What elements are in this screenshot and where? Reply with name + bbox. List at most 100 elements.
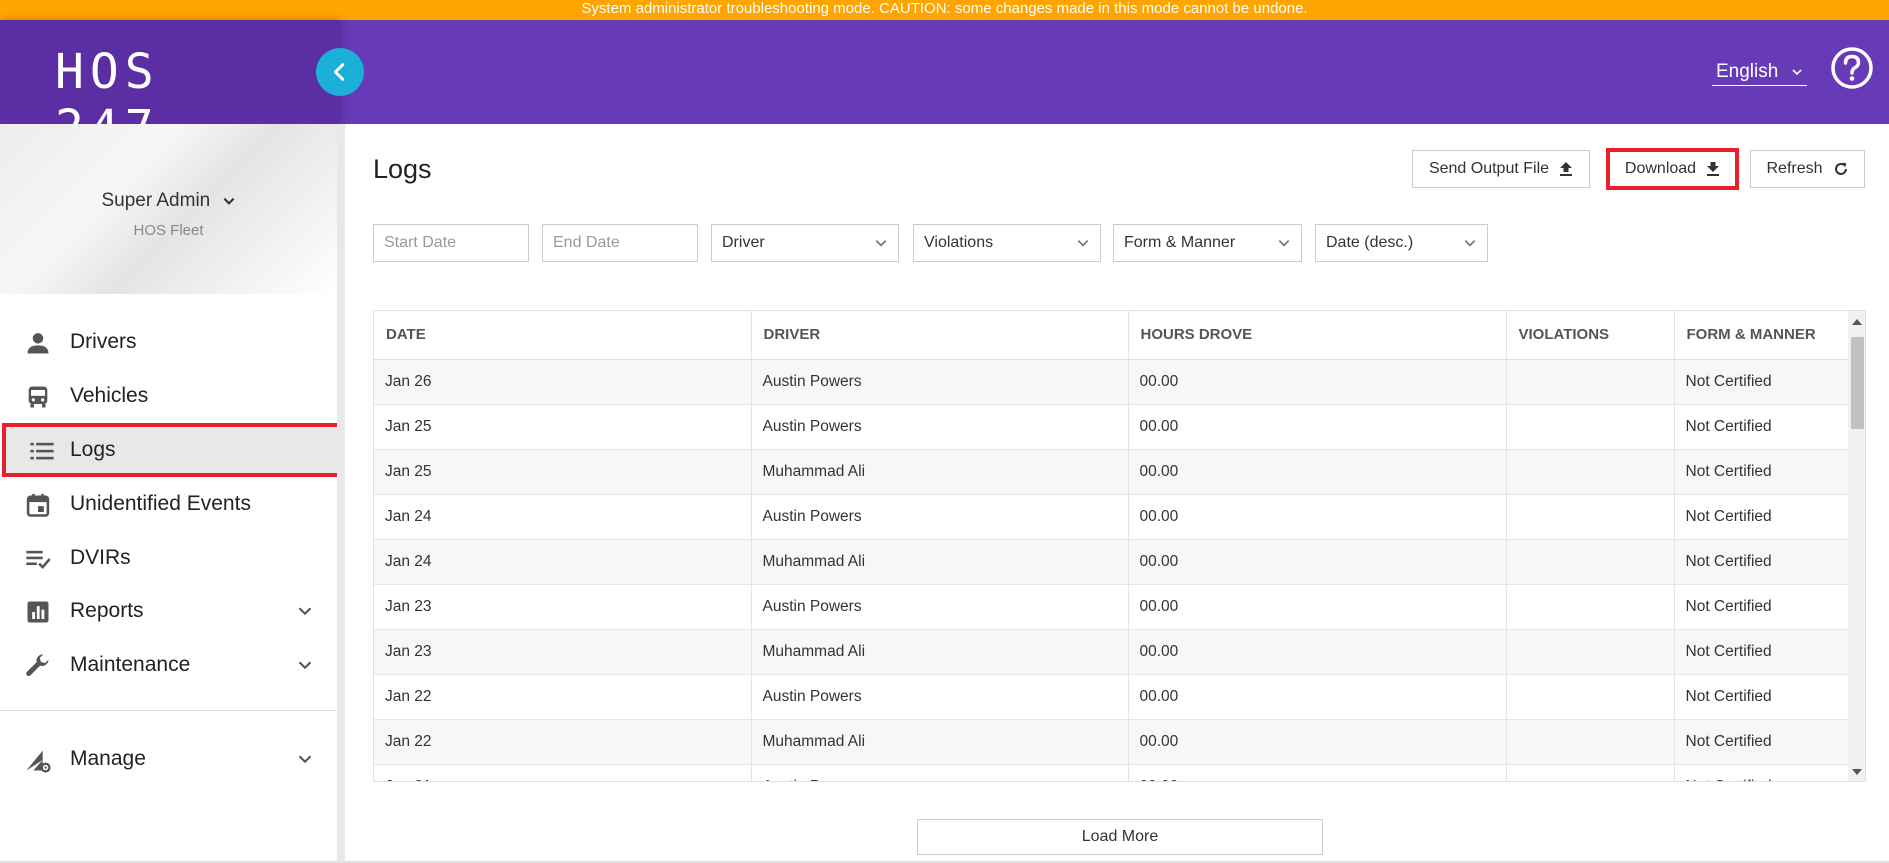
start-date-input[interactable]: Start Date (373, 224, 529, 262)
refresh-button[interactable]: Refresh (1750, 150, 1865, 188)
violations-select-value: Violations (924, 234, 994, 251)
cell-hours-drove: 00.00 (1128, 584, 1507, 630)
cell-driver: Austin Powers (751, 674, 1129, 720)
column-header-hours-drove[interactable]: HOURS DROVE (1128, 311, 1507, 360)
scroll-down-arrow-icon[interactable] (1852, 769, 1862, 775)
sidebar-item-logs[interactable]: Logs (2, 423, 341, 477)
send-output-file-button[interactable]: Send Output File (1412, 150, 1590, 188)
cell-driver: Muhammad Ali (751, 629, 1129, 675)
load-more-button[interactable]: Load More (917, 819, 1323, 855)
chevron-down-icon (223, 197, 234, 205)
table-row[interactable]: Jan 22 Austin Powers 00.00 Not Certified (374, 674, 1848, 720)
table-header-row: DATE DRIVER HOURS DROVE VIOLATIONS FORM … (374, 311, 1848, 360)
column-header-violations[interactable]: VIOLATIONS (1506, 311, 1675, 360)
chevron-down-icon (298, 661, 312, 670)
sidebar-item-drivers[interactable]: Drivers (0, 317, 337, 367)
cell-form-manner: Not Certified (1674, 719, 1848, 765)
table-row[interactable]: Jan 21Austin Powers00.00 Not Certified (374, 764, 1848, 781)
driver-select-value: Driver (722, 234, 765, 251)
end-date-input[interactable]: End Date (542, 224, 698, 262)
cell-date: Jan 25 (374, 404, 752, 450)
column-header-date[interactable]: DATE (374, 311, 752, 360)
table-row[interactable]: Jan 23 Austin Powers 00.00 Not Certified (374, 584, 1848, 630)
cell-driver: Muhammad Ali (751, 719, 1129, 765)
sidebar-item-label: Reports (70, 599, 144, 622)
sidebar-item-label: DVIRs (70, 546, 131, 569)
sidebar-item-label: Drivers (70, 330, 137, 353)
table-row[interactable]: Jan 24 Austin Powers 00.00 Not Certified (374, 494, 1848, 540)
cell-date: Jan 23 (374, 584, 752, 630)
cell-date: Jan 25 (374, 449, 752, 495)
cell-driver: Austin Powers (751, 764, 1129, 781)
cell-date: Jan 22 (374, 719, 752, 765)
cell-date: Jan 21 (374, 764, 752, 781)
cell-hours-drove: 00.00 (1128, 719, 1507, 765)
cell-hours-drove: 00.00 (1128, 764, 1507, 781)
logs-table: DATE DRIVER HOURS DROVE VIOLATIONS FORM … (374, 311, 1848, 781)
table-row[interactable]: Jan 23 Muhammad Ali 00.00 Not Certified (374, 629, 1848, 675)
bus-icon (28, 386, 48, 408)
language-value: English (1716, 60, 1779, 82)
sidebar-item-reports[interactable]: Reports (0, 586, 337, 636)
cell-hours-drove: 00.00 (1128, 629, 1507, 675)
collapse-sidebar-button[interactable] (316, 48, 364, 96)
sidebar-item-manage[interactable]: Manage (0, 734, 337, 784)
chevron-down-icon (1278, 240, 1290, 247)
cell-hours-drove: 00.00 (1128, 674, 1507, 720)
sort-select-value: Date (desc.) (1326, 234, 1414, 251)
sidebar-item-unidentified-events[interactable]: Unidentified Events (0, 479, 337, 529)
cell-form-manner: Not Certified (1674, 629, 1848, 675)
cell-date: Jan 23 (374, 629, 752, 675)
sidebar-item-label: Vehicles (70, 384, 149, 407)
form-manner-select[interactable]: Form & Manner (1113, 224, 1302, 262)
download-button[interactable]: Download (1606, 148, 1739, 190)
table-row[interactable]: Jan 25 Austin Powers 00.00 Not Certified (374, 404, 1848, 450)
sidebar-item-label: Manage (70, 747, 146, 770)
calendar-icon (26, 493, 50, 517)
page-title: Logs (373, 154, 432, 184)
sidebar-item-vehicles[interactable]: Vehicles (0, 371, 337, 421)
cell-driver: Austin Powers (751, 584, 1129, 630)
sidebar-edge (337, 124, 345, 863)
cell-violations (1506, 629, 1675, 675)
violations-select[interactable]: Violations (913, 224, 1101, 262)
chevron-left-icon (333, 63, 345, 81)
table-row[interactable]: Jan 24 Muhammad Ali 00.00 Not Certified (374, 539, 1848, 585)
language-select[interactable]: English (1712, 58, 1807, 86)
cell-violations (1506, 584, 1675, 630)
cell-form-manner: Not Certified (1674, 449, 1848, 495)
sidebar-item-maintenance[interactable]: Maintenance (0, 640, 337, 690)
logs-table-container: DATE DRIVER HOURS DROVE VIOLATIONS FORM … (373, 310, 1866, 782)
cell-violations (1506, 404, 1675, 450)
chevron-down-icon (298, 607, 312, 616)
chevron-down-icon (875, 240, 887, 247)
send-output-file-label: Send Output File (1428, 160, 1550, 177)
help-circle-icon[interactable] (1830, 46, 1874, 90)
cell-hours-drove: 00.00 (1128, 449, 1507, 495)
driver-select[interactable]: Driver (711, 224, 899, 262)
cell-driver: Austin Powers (751, 494, 1129, 540)
sort-select[interactable]: Date (desc.) (1315, 224, 1488, 262)
cell-violations (1506, 359, 1675, 405)
table-row[interactable]: Jan 22 Muhammad Ali 00.00 Not Certified (374, 719, 1848, 765)
person-icon (27, 333, 49, 354)
scrollbar-thumb[interactable] (1851, 337, 1864, 429)
scroll-up-arrow-icon[interactable] (1852, 319, 1862, 325)
table-row[interactable]: Jan 26 Austin Powers 00.00 Not Certified (374, 359, 1848, 405)
sidebar-item-dvirs[interactable]: DVIRs (0, 533, 337, 583)
refresh-icon (1834, 162, 1847, 175)
table-row[interactable]: Jan 25 Muhammad Ali 00.00 Not Certified (374, 449, 1848, 495)
upload-icon (1560, 162, 1573, 176)
sidebar-divider (0, 710, 337, 711)
profile-menu[interactable]: Super Admin (0, 190, 337, 212)
column-header-driver[interactable]: DRIVER (751, 311, 1129, 360)
cell-form-manner: Not Certified (1674, 584, 1848, 630)
cell-form-manner: Not Certified (1674, 539, 1848, 585)
checklist-icon (26, 550, 51, 570)
column-header-form-manner[interactable]: FORM & MANNER (1674, 311, 1848, 360)
wrench-icon (26, 654, 49, 677)
cell-hours-drove: 00.00 (1128, 539, 1507, 585)
refresh-label: Refresh (1766, 160, 1823, 177)
table-scrollbar[interactable] (1848, 311, 1865, 781)
form-manner-select-value: Form & Manner (1124, 234, 1236, 251)
